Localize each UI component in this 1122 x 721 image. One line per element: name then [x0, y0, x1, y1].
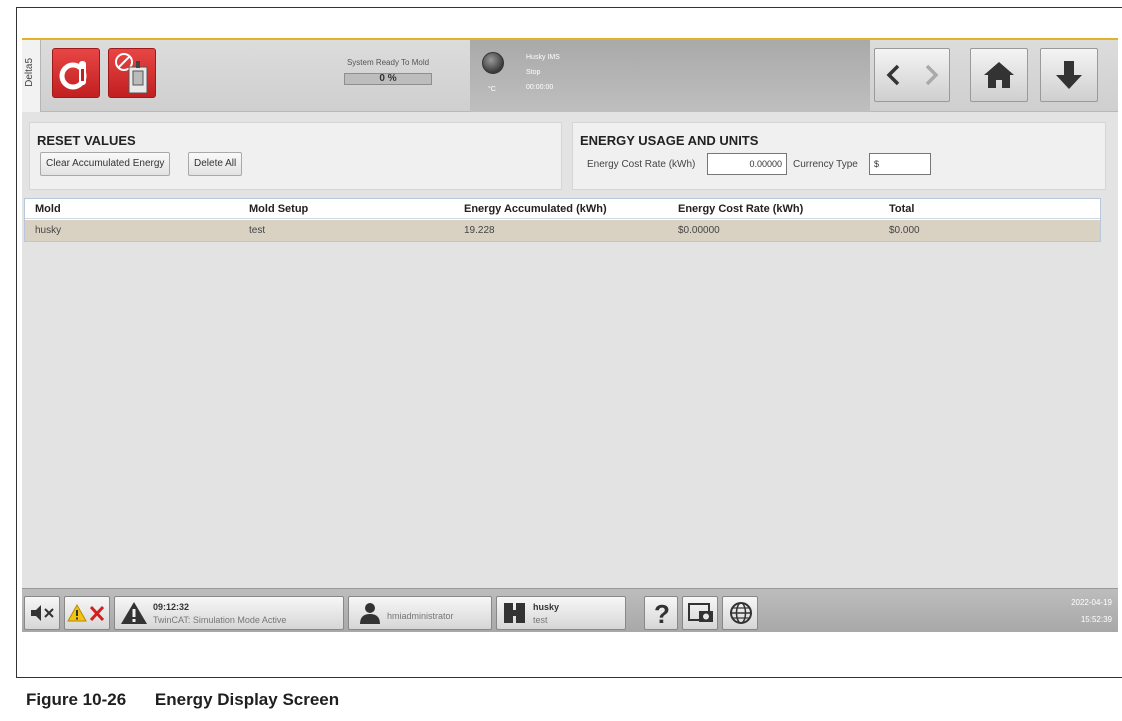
ims-time: 00:00:00 [526, 84, 554, 91]
alarm-banner[interactable]: 09:12:32 TwinCAT: Simulation Mode Active [114, 596, 344, 630]
column-header-mold-setup[interactable]: Mold Setup [249, 203, 308, 215]
alarm-time: 09:12:32 [153, 602, 190, 612]
download-button[interactable] [1040, 48, 1098, 102]
heater-disabled-icon [115, 53, 148, 94]
reset-values-title: RESET VALUES [37, 133, 136, 148]
heater-disabled-button[interactable] [108, 48, 156, 98]
arrow-down-icon [1056, 61, 1082, 89]
alarm-message: TwinCAT: Simulation Mode Active [153, 615, 287, 625]
alarm-status-button[interactable] [52, 48, 100, 98]
frame-border-bottom [16, 677, 1122, 678]
column-header-mold[interactable]: Mold [35, 203, 61, 215]
table-header: Mold Mold Setup Energy Accumulated (kWh)… [25, 199, 1100, 219]
date-display: 2022-04-19 [1071, 598, 1112, 607]
frame-border-top [16, 7, 1122, 8]
column-header-total[interactable]: Total [889, 203, 914, 215]
energy-cost-rate-label: Energy Cost Rate (kWh) [587, 159, 696, 170]
side-tab[interactable]: Delta5 [22, 40, 41, 112]
energy-usage-panel: ENERGY USAGE AND UNITS Energy Cost Rate … [572, 122, 1106, 190]
chevron-left-icon [886, 64, 900, 86]
column-header-energy-accumulated[interactable]: Energy Accumulated (kWh) [464, 203, 607, 215]
knob-icon [482, 52, 504, 74]
ims-status-panel: °C Husky IMS Stop 00:00:00 [470, 40, 870, 112]
home-button[interactable] [970, 48, 1028, 102]
cell-mold: husky [35, 225, 62, 236]
mold-name: husky [533, 602, 560, 612]
back-forward-group [874, 48, 950, 102]
user-button[interactable]: hmiadministrator [348, 596, 492, 630]
screenshot-button[interactable] [682, 596, 718, 630]
cell-energy-accumulated: 19.228 [464, 225, 495, 236]
system-status: System Ready To Mold 0 % [332, 58, 444, 85]
mold-icon [504, 603, 525, 623]
mold-button[interactable]: husky test [496, 596, 626, 630]
clear-accumulated-energy-button[interactable]: Clear Accumulated Energy [40, 152, 171, 176]
language-button[interactable] [722, 596, 758, 630]
back-button[interactable] [875, 49, 913, 101]
mold-setup: test [533, 615, 548, 625]
time-display: 15:52:39 [1080, 615, 1112, 624]
reset-values-panel: RESET VALUES Clear Accumulated Energy De… [29, 122, 562, 190]
energy-table: Mold Mold Setup Energy Accumulated (kWh)… [24, 198, 1101, 242]
ims-state: Stop [526, 69, 541, 76]
question-icon: ? [654, 599, 670, 627]
header-bar: Delta5 System Ready To Mold 0 % °C Husky… [22, 40, 1118, 112]
ims-info: Husky IMS Stop 00:00:00 [526, 50, 560, 95]
speaker-muted-icon [31, 605, 54, 621]
svg-text:?: ? [654, 599, 670, 627]
home-icon [984, 62, 1014, 88]
chevron-right-icon [925, 64, 939, 86]
status-title: System Ready To Mold [346, 58, 430, 67]
screenshot-icon [688, 603, 713, 622]
temperature-unit: °C [488, 86, 496, 93]
mute-button[interactable] [24, 596, 60, 630]
cycle-progress-bar: 0 % [344, 73, 432, 85]
footer-bar: 09:12:32 TwinCAT: Simulation Mode Active… [22, 588, 1118, 632]
energy-usage-title: ENERGY USAGE AND UNITS [580, 133, 759, 148]
temperature-alarm-icon [59, 61, 87, 90]
warning-clear-icon [67, 603, 105, 622]
currency-type-input[interactable]: $ [869, 153, 931, 175]
currency-type-label: Currency Type [793, 159, 858, 170]
help-button[interactable]: ? [644, 596, 678, 630]
cell-energy-cost-rate: $0.00000 [678, 225, 720, 236]
frame-border-left [16, 7, 17, 677]
figure-caption: Figure 10-26 Energy Display Screen [26, 690, 339, 710]
cell-mold-setup: test [249, 225, 266, 236]
delete-all-button[interactable]: Delete All [188, 152, 243, 176]
hmi-screen: Delta5 System Ready To Mold 0 % °C Husky… [22, 38, 1118, 632]
progress-label: 0 % [379, 73, 397, 84]
figure-title: Energy Display Screen [154, 690, 340, 709]
energy-cost-rate-input[interactable]: 0.00000 [707, 153, 787, 175]
table-row[interactable]: husky test 19.228 $0.00000 $0.000 [25, 220, 1100, 241]
globe-icon [730, 602, 752, 624]
warning-icon [121, 602, 147, 624]
forward-button[interactable] [913, 49, 951, 101]
ims-title: Husky IMS [526, 54, 560, 61]
column-header-energy-cost-rate[interactable]: Energy Cost Rate (kWh) [678, 203, 803, 215]
alarm-reset-button[interactable] [64, 596, 110, 630]
user-icon [360, 603, 380, 624]
side-tab-label: Delta5 [24, 58, 35, 87]
cell-total: $0.000 [889, 225, 920, 236]
user-name: hmiadministrator [387, 611, 454, 621]
figure-number: Figure 10-26 [26, 690, 127, 709]
